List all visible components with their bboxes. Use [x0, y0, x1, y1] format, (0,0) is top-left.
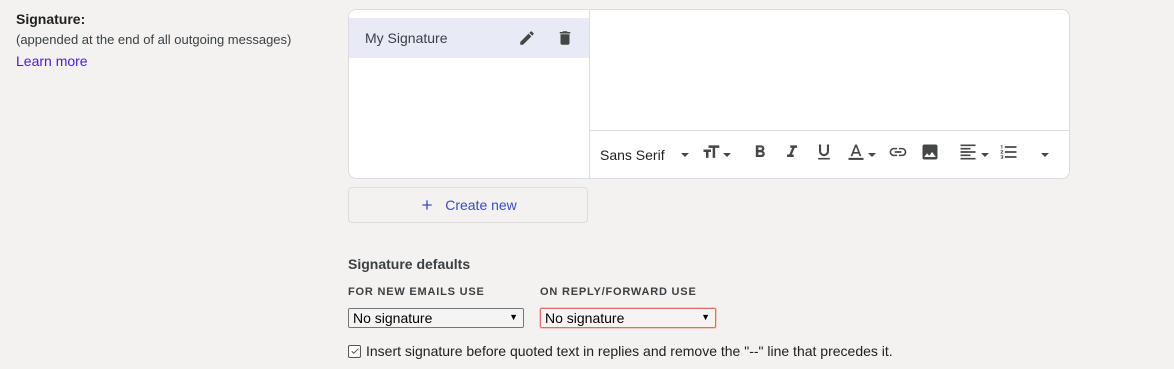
text-color-button[interactable] [846, 143, 876, 167]
font-size-button[interactable] [701, 143, 731, 167]
numbered-list-icon [999, 142, 1019, 167]
create-new-button[interactable]: Create new [348, 187, 588, 223]
formatting-toolbar: Sans Serif [590, 131, 1069, 178]
font-family-label: Sans Serif [600, 146, 665, 163]
insert-signature-option: Insert signature before quoted text in r… [348, 343, 893, 359]
delete-icon[interactable] [553, 26, 577, 50]
reply-forward-signature-select[interactable]: No signature ▼ [540, 308, 716, 328]
chevron-down-icon [980, 152, 989, 157]
create-new-label: Create new [445, 197, 517, 213]
edit-icon[interactable] [515, 26, 539, 50]
learn-more-link[interactable]: Learn more [16, 52, 88, 70]
font-size-icon [701, 142, 721, 167]
checkmark-icon [350, 348, 359, 354]
new-emails-selected-value: No signature [353, 310, 433, 326]
signature-list: My Signature [349, 10, 590, 178]
reply-forward-selected-value: No signature [545, 310, 625, 326]
reply-forward-default: ON REPLY/FORWARD USE No signature ▼ [540, 286, 716, 328]
signature-title: Signature: [16, 11, 86, 27]
numbered-list-button[interactable] [999, 143, 1019, 167]
insert-signature-label: Insert signature before quoted text in r… [366, 343, 893, 359]
new-emails-signature-select[interactable]: No signature ▼ [348, 308, 524, 328]
dropdown-arrow-icon: ▼ [701, 312, 710, 322]
reply-forward-label: ON REPLY/FORWARD USE [540, 286, 697, 298]
signature-item-label: My Signature [365, 30, 448, 46]
new-emails-label: FOR NEW EMAILS USE [348, 286, 485, 298]
new-emails-default: FOR NEW EMAILS USE No signature ▼ [348, 286, 524, 328]
italic-icon [782, 142, 802, 167]
chevron-down-icon [867, 152, 876, 157]
signature-description: (appended at the end of all outgoing mes… [16, 32, 292, 47]
align-icon [958, 142, 978, 167]
signature-panel: My Signature Sans Serif [348, 9, 1070, 179]
underline-button[interactable] [814, 143, 834, 167]
bold-icon [750, 142, 770, 167]
signature-defaults-title: Signature defaults [348, 256, 471, 272]
chevron-down-icon [722, 152, 731, 157]
insert-signature-checkbox[interactable] [348, 344, 361, 358]
plus-icon [422, 200, 432, 210]
image-icon [920, 142, 940, 167]
more-formatting-button[interactable] [1040, 143, 1049, 167]
bold-button[interactable] [750, 143, 770, 167]
font-family-dropdown[interactable]: Sans Serif [600, 147, 689, 163]
signature-list-item[interactable]: My Signature [349, 18, 589, 58]
insert-image-button[interactable] [920, 143, 940, 167]
italic-button[interactable] [782, 143, 802, 167]
link-button[interactable] [888, 143, 908, 167]
underline-icon [814, 142, 834, 167]
link-icon [888, 142, 908, 167]
signature-section-header: Signature: (appended at the end of all o… [16, 11, 336, 71]
text-color-icon [846, 142, 866, 167]
chevron-down-icon [680, 152, 689, 157]
signature-text-area[interactable] [590, 10, 1069, 131]
dropdown-arrow-icon: ▼ [509, 312, 518, 322]
signature-editor: Sans Serif [590, 10, 1069, 178]
align-button[interactable] [958, 143, 989, 167]
more-formatting-icon [1040, 152, 1049, 157]
